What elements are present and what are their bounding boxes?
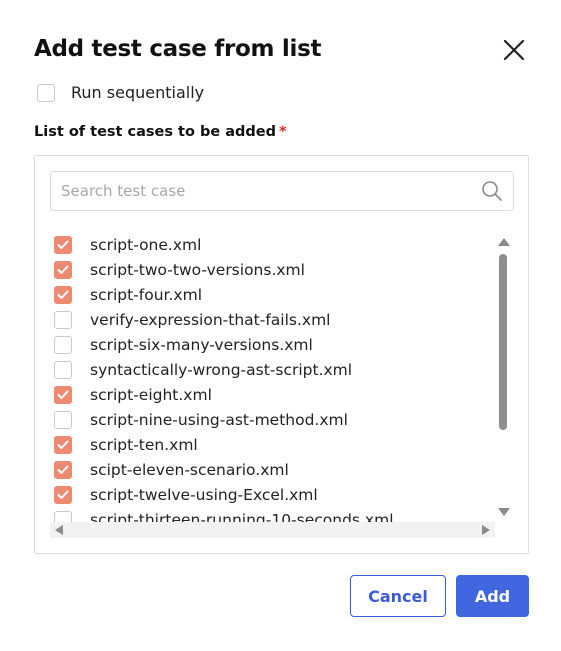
checked-checkbox[interactable]	[54, 260, 72, 279]
list-item-label: script-nine-using-ast-method.xml	[90, 410, 348, 429]
check-icon	[57, 440, 69, 449]
list-item-label: script-two-two-versions.xml	[90, 260, 305, 279]
run-sequentially-option[interactable]: Run sequentially	[37, 83, 204, 102]
scroll-left-arrow-icon[interactable]	[55, 525, 63, 535]
check-icon	[57, 490, 69, 499]
checked-checkbox[interactable]	[54, 485, 72, 504]
run-sequentially-label: Run sequentially	[71, 83, 205, 102]
list-item[interactable]: script-ten.xml	[50, 432, 495, 457]
check-icon	[57, 465, 69, 474]
add-button[interactable]: Add	[456, 575, 529, 617]
test-case-list: script-one.xml script-two-two-versions.xm…	[50, 232, 495, 522]
run-sequentially-checkbox[interactable]	[37, 83, 55, 102]
check-icon	[57, 290, 69, 299]
list-item-label: script-thirteen-running-10-seconds.xml	[90, 510, 394, 523]
required-marker: *	[279, 124, 287, 140]
search-input[interactable]	[61, 182, 461, 200]
scroll-right-arrow-icon[interactable]	[482, 525, 490, 535]
add-test-case-dialog: Add test case from list Run sequentially…	[0, 0, 561, 651]
list-item[interactable]: script-six-many-versions.xml	[50, 332, 495, 357]
horizontal-scrollbar[interactable]	[50, 522, 495, 538]
list-item[interactable]: verify-expression-that-fails.xml	[50, 307, 495, 332]
unchecked-checkbox[interactable]	[54, 410, 72, 429]
search-field[interactable]	[50, 171, 514, 211]
list-item-label: syntactically-wrong-ast-script.xml	[90, 360, 353, 379]
scroll-up-arrow-icon[interactable]	[498, 238, 510, 246]
vertical-scroll-thumb[interactable]	[499, 254, 507, 430]
checked-checkbox[interactable]	[54, 285, 72, 304]
cancel-button[interactable]: Cancel	[350, 575, 446, 617]
search-icon[interactable]	[481, 180, 503, 202]
check-icon	[57, 240, 69, 249]
list-item[interactable]: script-one.xml	[50, 232, 495, 257]
list-item-label: script-twelve-using-Excel.xml	[90, 485, 318, 504]
checked-checkbox[interactable]	[54, 385, 72, 404]
dialog-title: Add test case from list	[34, 36, 322, 62]
list-item[interactable]: script-nine-using-ast-method.xml	[50, 407, 495, 432]
list-item[interactable]: script-thirteen-running-10-seconds.xml	[50, 507, 495, 522]
unchecked-checkbox[interactable]	[54, 335, 72, 354]
close-icon[interactable]	[500, 36, 528, 64]
list-item-label: verify-expression-that-fails.xml	[90, 310, 331, 329]
unchecked-checkbox[interactable]	[54, 310, 72, 329]
scroll-down-arrow-icon[interactable]	[498, 508, 510, 516]
test-case-list-box: script-one.xml script-two-two-versions.xm…	[34, 155, 529, 554]
list-item-label: script-eight.xml	[90, 385, 212, 404]
unchecked-checkbox[interactable]	[54, 510, 72, 522]
checked-checkbox[interactable]	[54, 235, 72, 254]
list-item[interactable]: script-eight.xml	[50, 382, 495, 407]
list-item[interactable]: scipt-eleven-scenario.xml	[50, 457, 495, 482]
unchecked-checkbox[interactable]	[54, 360, 72, 379]
list-item-label: scipt-eleven-scenario.xml	[90, 460, 289, 479]
list-item-label: script-four.xml	[90, 285, 203, 304]
list-item[interactable]: script-twelve-using-Excel.xml	[50, 482, 495, 507]
vertical-scrollbar[interactable]	[495, 236, 511, 518]
list-label: List of test cases to be added *	[34, 124, 287, 140]
list-item-label: script-ten.xml	[90, 435, 198, 454]
list-item-label: script-one.xml	[90, 235, 202, 254]
horizontal-scroll-thumb[interactable]	[68, 526, 470, 534]
list-item[interactable]: syntactically-wrong-ast-script.xml	[50, 357, 495, 382]
check-icon	[57, 265, 69, 274]
check-icon	[57, 390, 69, 399]
list-item-label: script-six-many-versions.xml	[90, 335, 313, 354]
checked-checkbox[interactable]	[54, 435, 72, 454]
list-item[interactable]: script-two-two-versions.xml	[50, 257, 495, 282]
list-label-text: List of test cases to be added	[34, 124, 276, 140]
checked-checkbox[interactable]	[54, 460, 72, 479]
list-item[interactable]: script-four.xml	[50, 282, 495, 307]
